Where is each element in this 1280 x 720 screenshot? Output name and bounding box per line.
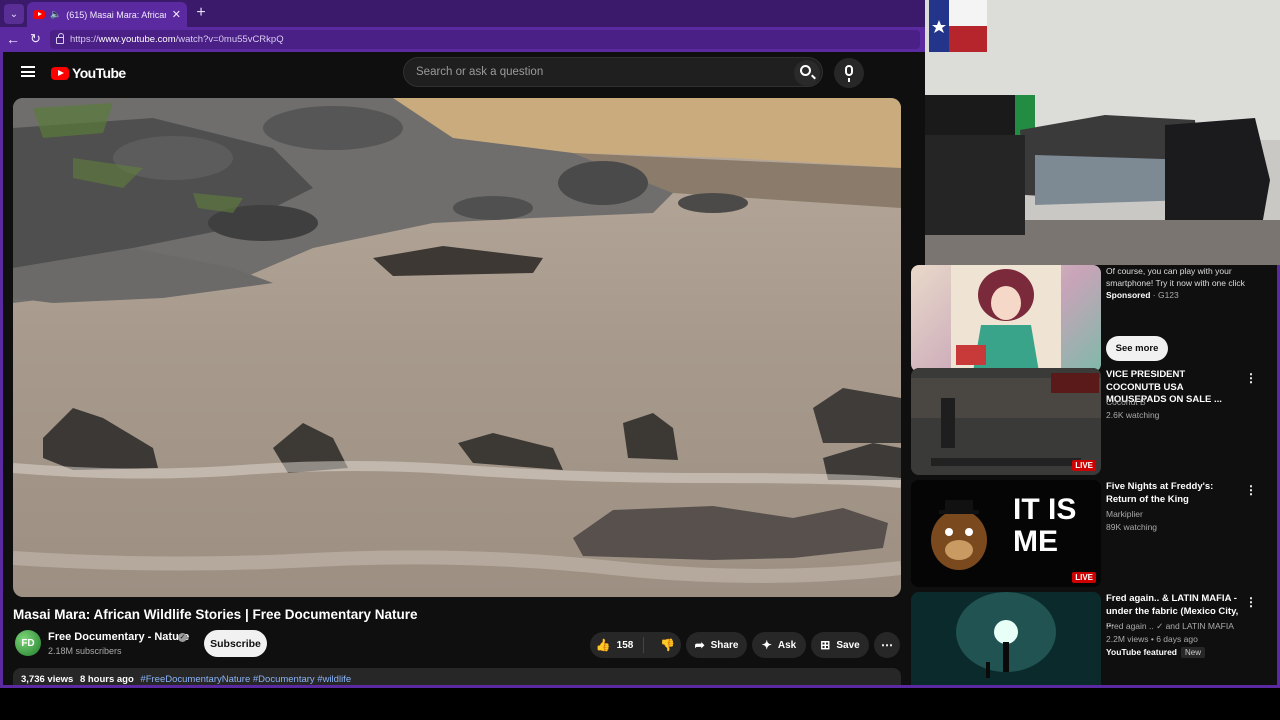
youtube-masthead: YouTube	[3, 52, 925, 92]
save-button[interactable]: ⊞ Save	[811, 632, 869, 658]
featured-label: YouTube featured	[1106, 647, 1177, 657]
share-label: Share	[710, 639, 739, 651]
view-count: 3,736 views	[21, 674, 74, 685]
dislike-button[interactable]: 👎	[650, 639, 675, 651]
browser-toolbar: ← ↻ https://www.youtube.com/watch?v=0mu5…	[0, 27, 925, 52]
recommendation-tags: YouTube featured New	[1106, 647, 1206, 658]
window-frame-left	[0, 52, 3, 688]
recommendation-title[interactable]: Five Nights at Freddy's: Return of the K…	[1106, 481, 1241, 506]
sponsored-label: Sponsored	[1106, 290, 1151, 300]
verified-check-icon: ✓	[178, 633, 187, 642]
recommendation-stats: 2.6K watching	[1106, 410, 1160, 420]
bookmark-icon: ⊞	[820, 638, 831, 652]
microphone-icon	[845, 65, 853, 82]
hamburger-menu-icon[interactable]	[21, 66, 35, 77]
more-horizontal-icon: ⋯	[881, 638, 893, 652]
thumbnail-overlay-text: IT IS ME	[1013, 493, 1077, 558]
recommendation-stats: 89K watching	[1106, 522, 1158, 532]
ask-label: Ask	[777, 639, 797, 651]
channel-name[interactable]: Free Documentary - Nature	[48, 631, 189, 643]
recommendation-stats: 2.2M views • 6 days ago	[1106, 634, 1198, 644]
search-icon	[800, 65, 811, 76]
recommendation-channel[interactable]: Fred again .. ✓ and LATIN MAFIA	[1106, 621, 1234, 632]
ask-button[interactable]: ✦ Ask	[752, 632, 806, 658]
new-badge: New	[1181, 647, 1206, 658]
hashtags[interactable]: #FreeDocumentaryNature #Documentary #wil…	[140, 674, 351, 685]
sparkle-icon: ✦	[761, 638, 772, 652]
live-badge: LIVE	[1072, 572, 1096, 583]
advertiser-name: · G123	[1152, 290, 1179, 300]
thumbs-down-icon: 👎	[660, 638, 676, 652]
more-options-icon[interactable]: ⋮	[1245, 483, 1257, 497]
game-scene-image	[911, 368, 1101, 475]
close-tab-icon[interactable]: ✕	[172, 8, 181, 21]
recommendation-thumbnail[interactable]	[911, 592, 1101, 688]
video-player[interactable]	[13, 98, 901, 597]
ad-thumbnail[interactable]	[911, 265, 1101, 372]
video-title: Masai Mara: African Wildlife Stories | F…	[13, 607, 418, 622]
subscribe-button[interactable]: Subscribe	[204, 630, 267, 657]
video-frame-river-crossing	[13, 98, 901, 597]
subscriber-count: 2.18M subscribers	[48, 646, 122, 656]
youtube-logo[interactable]: YouTube	[51, 65, 126, 81]
recommendation-channel[interactable]: Markiplier	[1106, 509, 1143, 519]
new-tab-button[interactable]: +	[192, 4, 210, 22]
tab-title: (615) Masai Mara: African Wi	[66, 9, 166, 20]
more-options-icon[interactable]: ⋮	[1245, 371, 1257, 385]
back-arrow-icon[interactable]: ←	[6, 32, 20, 46]
like-button[interactable]: 👍 158	[596, 637, 645, 653]
thumbs-up-icon: 👍	[595, 638, 611, 652]
share-button[interactable]: ➦ Share	[686, 632, 747, 658]
like-dislike-group: 👍 158 👎	[590, 632, 681, 658]
recommendation-channel[interactable]: Coconut B	[1106, 397, 1146, 407]
like-count: 158	[616, 639, 634, 651]
youtube-favicon-icon	[33, 10, 45, 19]
recommendation-thumbnail[interactable]: LIVE	[911, 368, 1101, 475]
save-label: Save	[836, 639, 860, 651]
concert-light-image	[911, 592, 1101, 688]
ad-description: Of course, you can play with your smartp…	[1106, 266, 1245, 288]
ad-sponsored-line: Sponsored · G123	[1106, 290, 1179, 300]
youtube-logo-icon	[51, 66, 69, 80]
screen-bottom-bar	[0, 688, 1280, 720]
more-options-icon[interactable]: ⋮	[1245, 595, 1257, 609]
live-badge: LIVE	[1072, 460, 1096, 471]
browser-tab-strip: ⌄ 🔈 (615) Masai Mara: African Wi ✕ +	[0, 0, 925, 27]
speaker-icon[interactable]: 🔈	[50, 9, 61, 20]
more-actions-button[interactable]: ⋯	[874, 632, 900, 658]
search-box[interactable]	[403, 57, 823, 87]
tab-list-dropdown-icon[interactable]: ⌄	[4, 4, 24, 24]
recommendation-thumbnail[interactable]: IT IS ME LIVE	[911, 480, 1101, 587]
reload-icon[interactable]: ↻	[30, 32, 41, 46]
voice-search-button[interactable]	[834, 58, 864, 88]
see-more-button[interactable]: See more	[1106, 336, 1168, 361]
lock-icon	[56, 33, 64, 44]
upload-age: 8 hours ago	[79, 674, 134, 685]
address-bar[interactable]: https://www.youtube.com/watch?v=0mu55vCR…	[50, 30, 920, 49]
browser-tab-active[interactable]: 🔈 (615) Masai Mara: African Wi ✕	[27, 2, 187, 27]
webcam-overlay	[925, 0, 1280, 265]
search-button[interactable]	[794, 60, 820, 86]
url-text: https://www.youtube.com/watch?v=0mu55vCR…	[70, 34, 284, 45]
channel-avatar[interactable]: FD	[15, 630, 41, 656]
anime-character-image	[951, 265, 1061, 372]
share-arrow-icon: ➦	[694, 638, 705, 652]
search-input[interactable]	[416, 66, 776, 78]
bedroom-webcam-image	[925, 0, 1280, 265]
youtube-logo-text: YouTube	[72, 65, 126, 81]
